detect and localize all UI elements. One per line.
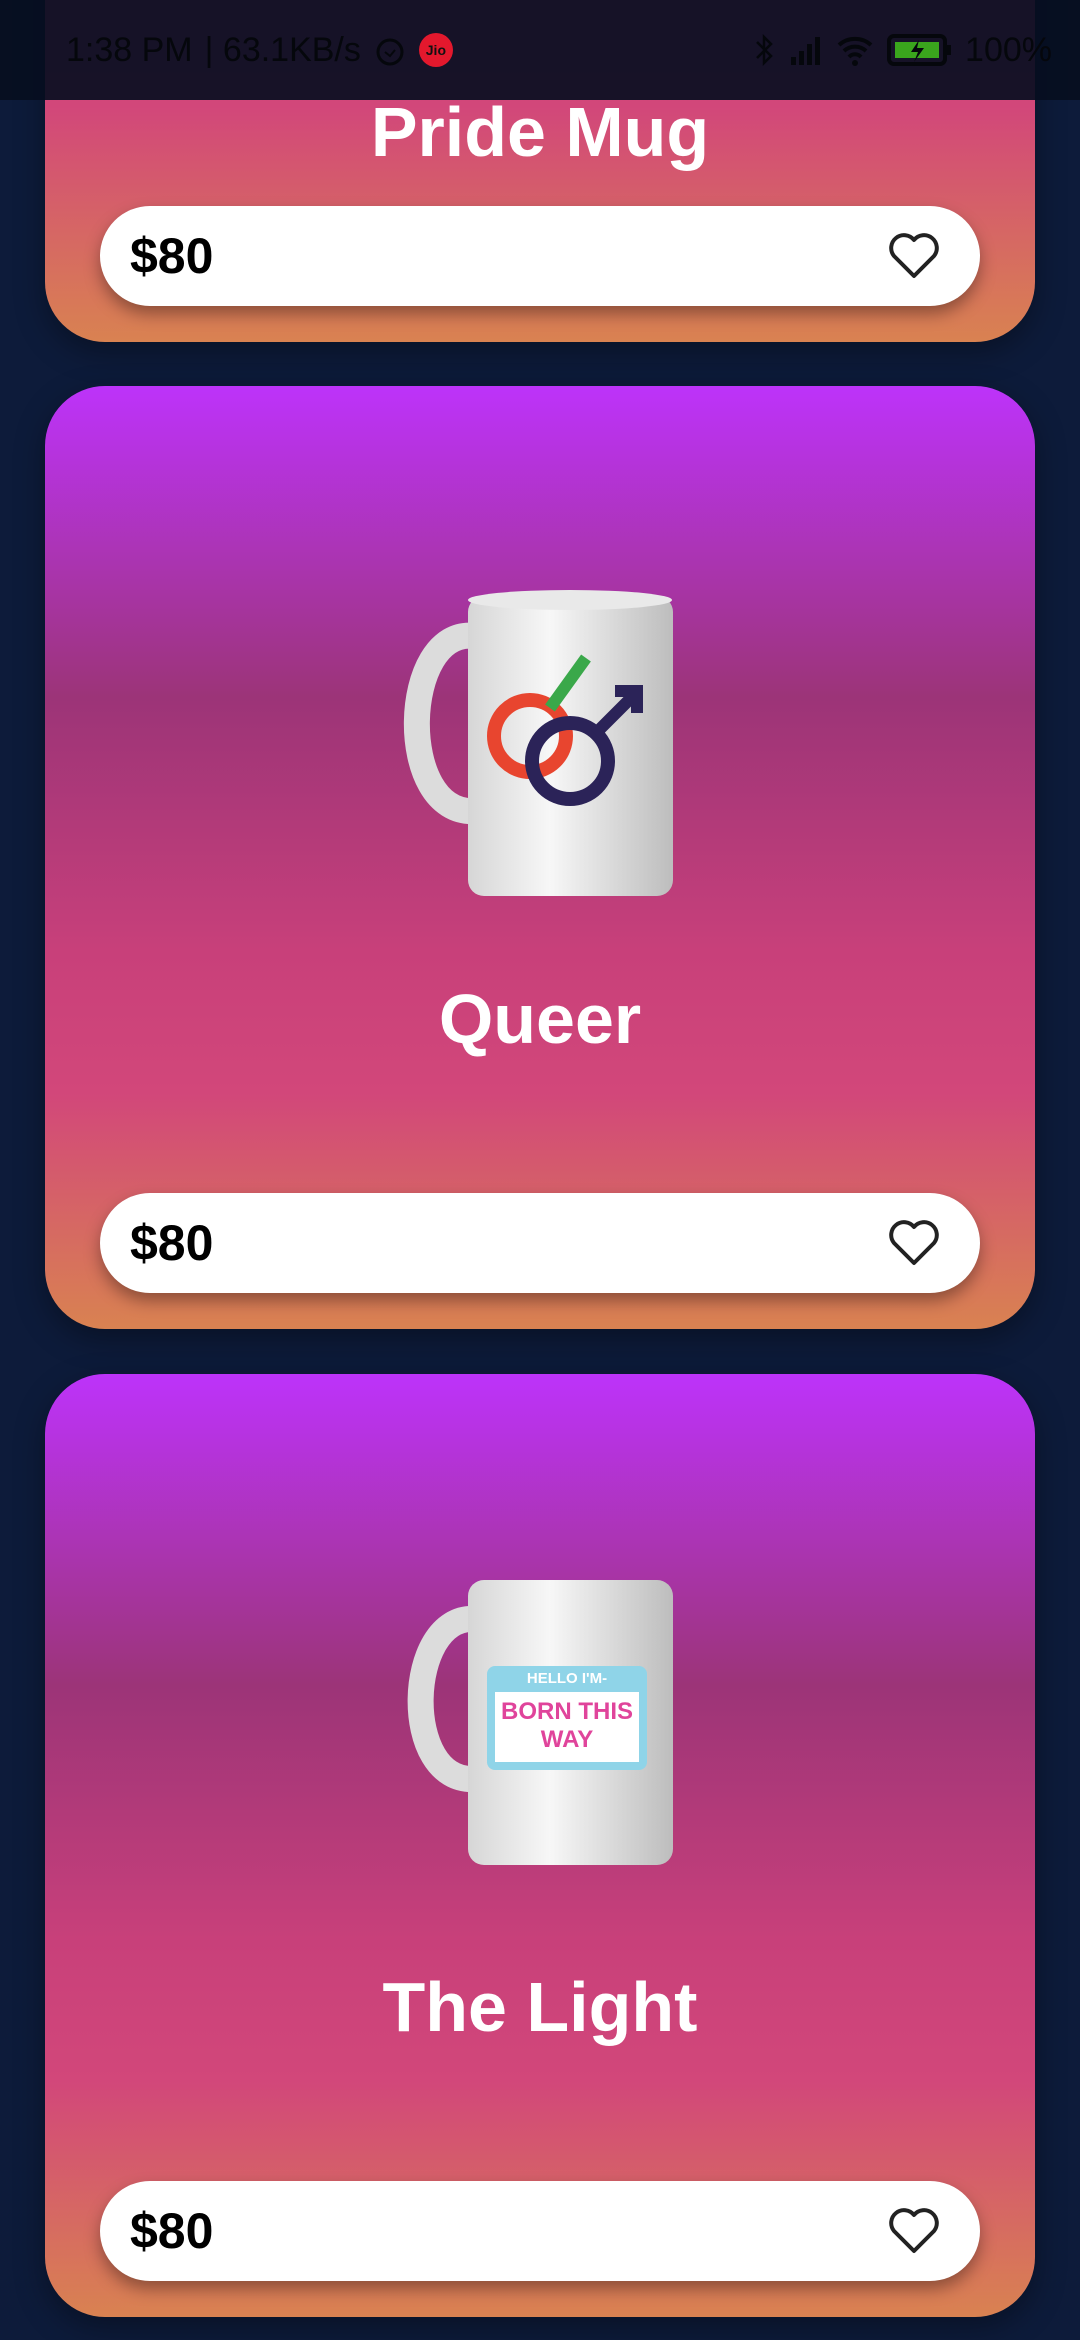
heart-icon[interactable]	[888, 232, 940, 280]
product-title: The Light	[382, 1968, 698, 2046]
battery-level: 100%	[965, 30, 1052, 69]
battery-charging-icon	[887, 34, 952, 66]
network-speed: | 63.1KB/s	[204, 30, 361, 69]
signal-icon	[791, 37, 821, 65]
heart-icon[interactable]	[888, 2207, 940, 2255]
product-price: $80	[130, 2203, 214, 2259]
price-bar: $80	[100, 2181, 980, 2281]
product-price: $80	[130, 1215, 214, 1271]
product-card[interactable]: HELLO I'M- BORN THIS WAY The Light $80	[45, 1374, 1035, 2317]
price-bar: $80	[100, 206, 980, 306]
mug-image	[403, 590, 673, 896]
price-bar: $80	[100, 1193, 980, 1293]
product-price: $80	[130, 228, 214, 284]
mug-text: HELLO I'M-	[526, 1670, 608, 1687]
carrier-badge: Jio	[418, 33, 453, 67]
wifi-icon	[837, 36, 873, 66]
mug-text: BORN THIS	[501, 1698, 633, 1725]
alarm-icon	[376, 38, 404, 66]
bluetooth-icon	[756, 33, 773, 67]
product-title: Pride Mug	[370, 93, 710, 171]
mug-text: WAY	[540, 1726, 594, 1753]
status-bar: 1:38 PM | 63.1KB/s Jio 100%	[0, 0, 1080, 100]
product-title: Queer	[438, 980, 642, 1058]
heart-icon[interactable]	[888, 1219, 940, 1267]
time: 1:38 PM	[66, 30, 193, 69]
mug-image: HELLO I'M- BORN THIS WAY	[395, 1574, 685, 1874]
product-card[interactable]: Queer $80	[45, 386, 1035, 1329]
